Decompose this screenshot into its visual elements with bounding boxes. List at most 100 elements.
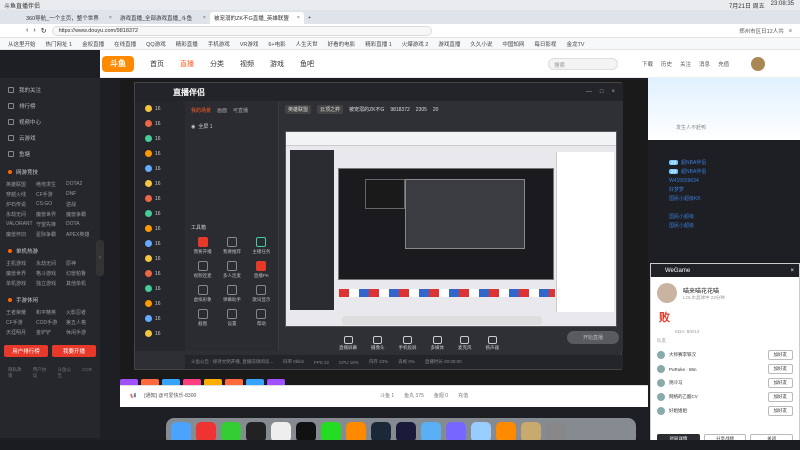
tool-button[interactable]: 我要开播	[189, 237, 216, 255]
bookmark-item[interactable]: 人生天世	[296, 40, 318, 48]
sidebar-category-link[interactable]: 魔兽世界	[6, 270, 34, 277]
rank-button[interactable]: 用户排行榜	[4, 345, 48, 357]
sidebar-item-video[interactable]: 视频中心	[0, 114, 100, 130]
sidebar-category-link[interactable]: 魔兽世界	[36, 211, 64, 218]
forward-icon[interactable]: ›	[33, 27, 35, 34]
bookmark-item[interactable]: 金权直播	[82, 40, 104, 48]
bookmark-item[interactable]: 久久小说	[470, 40, 492, 48]
tool-button[interactable]: 我要推荐	[218, 237, 245, 255]
sidebar-category-link[interactable]: 炉石传说	[6, 201, 34, 208]
sidebar-category-link[interactable]: 守望先锋	[36, 221, 64, 228]
chat-username[interactable]: 国民小超级KK	[669, 195, 701, 202]
sidebar-category-link[interactable]: 主机游戏	[6, 260, 34, 267]
sidebar-category-link[interactable]: 休闲手游	[66, 329, 94, 336]
chat-username[interactable]: 国民小超级	[669, 222, 694, 229]
bookmark-item[interactable]: 好看的电影	[328, 40, 356, 48]
sidebar-category-link[interactable]: 格斗游戏	[36, 270, 64, 277]
new-tab-icon[interactable]: +	[304, 12, 318, 24]
tool-button[interactable]: 设置	[218, 309, 245, 327]
douyu-app-icon[interactable]	[346, 422, 366, 442]
browser-tab[interactable]: 360导航_一个主页，整个世界 ×	[22, 12, 116, 24]
sidebar-category-link[interactable]: 魔兽怀旧	[6, 231, 34, 238]
back-icon[interactable]: ‹	[26, 27, 28, 34]
bookmark-item[interactable]: 火爆游戏 2	[402, 40, 429, 48]
sidebar-category-link[interactable]: 原神	[66, 260, 94, 267]
sidebar-category-link[interactable]: 永劫无间	[6, 211, 34, 218]
browser-tab[interactable]: 游戏直播_全部游戏直播_斗鱼 ×	[116, 12, 210, 24]
sidebar-category-link[interactable]: 独立游戏	[36, 280, 64, 287]
nav-category[interactable]: 分类	[210, 59, 224, 69]
close-icon[interactable]: ×	[109, 15, 112, 21]
sidebar-category-link[interactable]: 幻兽帕鲁	[66, 270, 94, 277]
sidebar-category-link[interactable]: CS:GO	[36, 201, 64, 208]
message-link[interactable]: 消息	[699, 60, 710, 68]
sidebar-category-link[interactable]: CF手游	[6, 319, 34, 326]
tab-live[interactable]: 可直播	[233, 107, 248, 114]
footer-link[interactable]: 斗鱼公告	[58, 367, 75, 379]
address-input[interactable]: https://www.douyu.com/9818372	[51, 25, 432, 36]
close-icon[interactable]: ×	[790, 268, 799, 274]
category-chip[interactable]: 英雄联盟	[285, 105, 312, 114]
chat-username[interactable]: 超NBA伴侣	[681, 168, 706, 175]
wechat-app-icon[interactable]	[321, 422, 341, 442]
start-live-button[interactable]: 开始直播	[567, 331, 619, 344]
sidebar-category-link[interactable]: 第五人格	[66, 319, 94, 326]
sidebar-item-cloudgame[interactable]: 云游戏	[0, 130, 100, 146]
tool-button[interactable]: 帮助	[248, 309, 275, 327]
search-input[interactable]: 搜索	[548, 57, 618, 70]
lol-app-icon[interactable]	[521, 422, 541, 442]
follow-link[interactable]: 关注	[680, 60, 691, 68]
recharge-link[interactable]: 充值	[718, 60, 729, 68]
avatar[interactable]	[751, 56, 766, 71]
sidebar-category-link[interactable]: VALORANT	[6, 221, 34, 228]
sidebar-category-link[interactable]: 王者荣耀	[6, 309, 34, 316]
sidebar-category-link[interactable]: 天涯明月	[6, 329, 34, 336]
nav-games[interactable]: 游戏	[270, 59, 284, 69]
browser-tab-active[interactable]: 被宠溺的ZK不G直播_英雄联盟 ×	[210, 12, 304, 24]
camera-button[interactable]: 摄像头	[371, 335, 385, 351]
add-friend-button[interactable]: 加好友	[767, 350, 793, 360]
footer-link[interactable]: CCR	[82, 367, 92, 379]
steam-app-icon[interactable]	[371, 422, 391, 442]
sidebar-category-link[interactable]: CF手游	[36, 191, 64, 198]
sidebar-category-link[interactable]: 英雄联盟	[6, 181, 34, 188]
add-friend-button[interactable]: 加好友	[767, 392, 793, 402]
sidebar-item-follow[interactable]: 我的关注	[0, 82, 100, 98]
tab-canvas[interactable]: 画面	[217, 107, 227, 114]
add-friend-button[interactable]: 加好友	[767, 406, 793, 416]
tool-button[interactable]: 虚拟形象	[189, 285, 216, 303]
history-link[interactable]: 历史	[661, 60, 672, 68]
close-icon[interactable]: ×	[297, 15, 300, 21]
sidebar-category-link[interactable]: DOTA	[66, 221, 94, 228]
capcut-app-icon[interactable]	[246, 422, 266, 442]
folder-app-icon[interactable]	[421, 422, 441, 442]
go-live-button[interactable]: 我要开播	[52, 345, 96, 357]
recharge-link[interactable]: 充值	[458, 392, 468, 399]
collapse-sidebar-button[interactable]: ›	[96, 240, 104, 276]
weather-app-icon[interactable]	[471, 422, 491, 442]
footer-link[interactable]: 隐私政策	[8, 367, 25, 379]
bookmark-item[interactable]: 中国知网	[502, 40, 524, 48]
sidebar-category-link[interactable]: COD手游	[36, 319, 64, 326]
bookmark-item[interactable]: 6+电影	[268, 40, 285, 48]
music-app-icon[interactable]	[221, 422, 241, 442]
chat-username[interactable]: 好梦梦	[669, 186, 684, 193]
bookmark-item[interactable]: 从这里开始	[8, 40, 36, 48]
nav-video[interactable]: 视频	[240, 59, 254, 69]
trash-app-icon[interactable]	[546, 422, 566, 442]
bookmark-item[interactable]: 精彩直播	[176, 40, 198, 48]
add-friend-button[interactable]: 加好友	[767, 378, 793, 388]
finder-app-icon[interactable]	[171, 422, 191, 442]
bookmark-item[interactable]: 热门网址 1	[46, 40, 73, 48]
bookmark-item[interactable]: 精彩直播 1	[365, 40, 392, 48]
nav-live[interactable]: 直播	[180, 59, 194, 69]
screen-capture-button[interactable]: 直播屏幕	[339, 335, 357, 351]
scene-item[interactable]: ◉ 全屏 1	[185, 120, 278, 133]
sidebar-item-rank[interactable]: 排行榜	[0, 98, 100, 114]
sidebar-category-link[interactable]: 绝地求生	[36, 181, 64, 188]
qq-app-icon[interactable]	[296, 422, 316, 442]
ps-app-icon[interactable]	[396, 422, 416, 442]
sidebar-category-link[interactable]: DOTA2	[66, 181, 94, 188]
maximize-icon[interactable]: □	[600, 89, 604, 95]
sidebar-category-link[interactable]: 单机游戏	[6, 280, 34, 287]
